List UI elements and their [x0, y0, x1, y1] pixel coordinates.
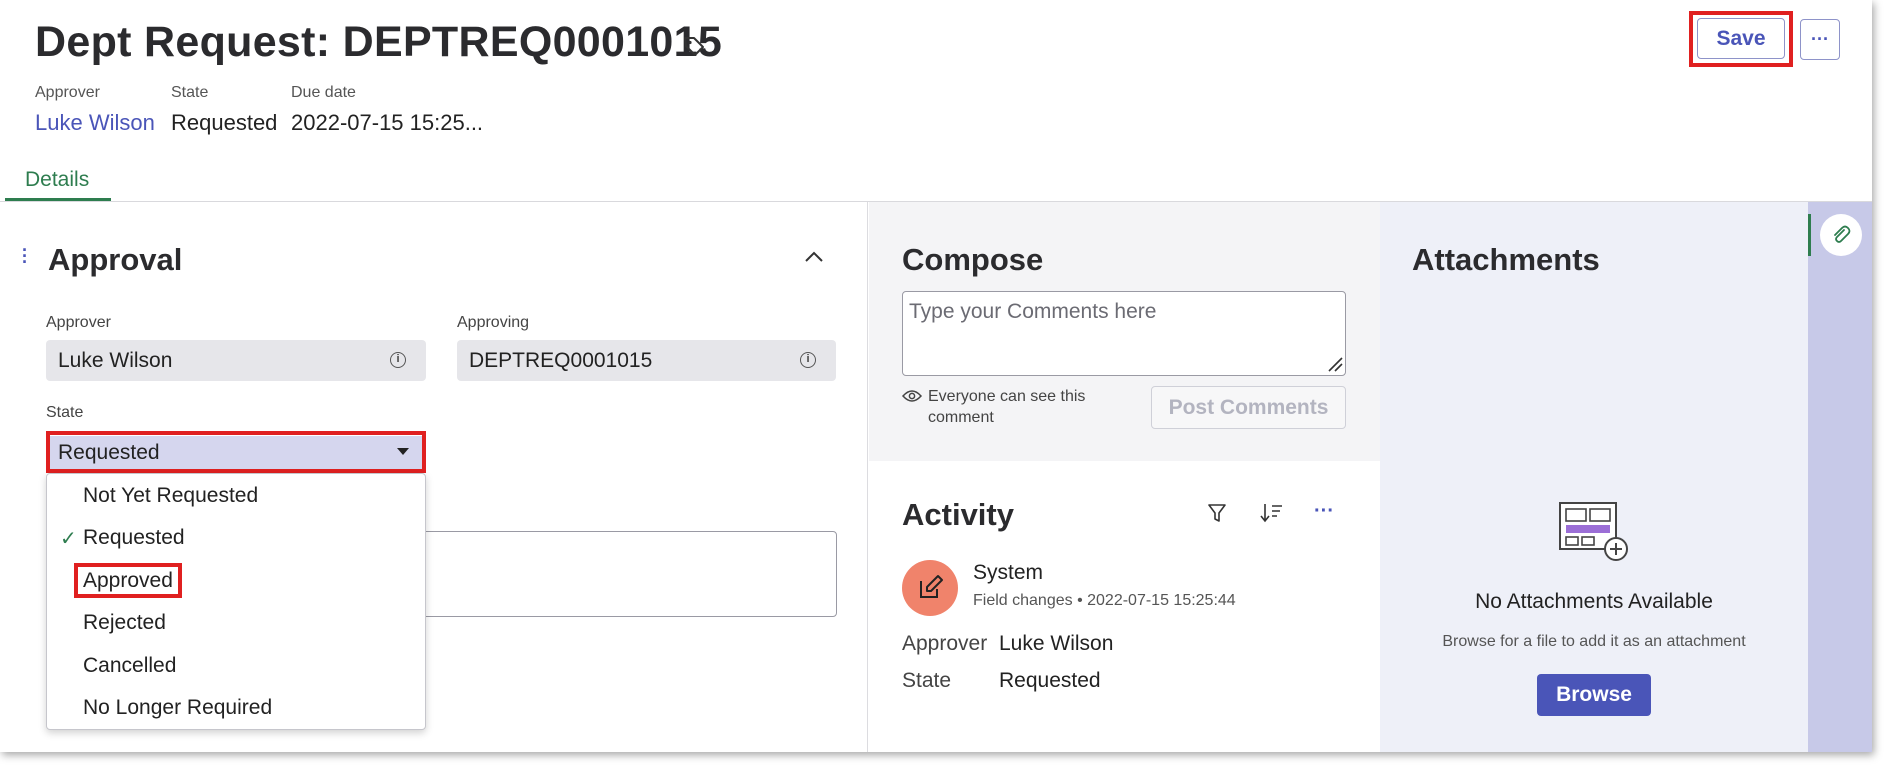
state-option-no-longer-required[interactable]: No Longer Required	[83, 696, 272, 720]
state-option-requested[interactable]: Requested	[83, 526, 185, 550]
no-attachments-title: No Attachments Available	[1475, 590, 1713, 613]
checkmark-icon: ✓	[60, 528, 77, 550]
approver-field: Luke Wilson i	[46, 340, 426, 381]
post-comments-button[interactable]: Post Comments	[1151, 386, 1346, 429]
info-icon[interactable]: i	[390, 352, 406, 368]
meta-due-date-label: Due date	[291, 84, 356, 101]
change-value-state: Requested	[999, 669, 1101, 692]
state-field-label: State	[46, 404, 84, 421]
activity-more-icon[interactable]: ···	[1314, 500, 1334, 523]
state-option-rejected[interactable]: Rejected	[83, 611, 166, 635]
approving-field: DEPTREQ0001015 i	[457, 340, 836, 381]
edit-icon	[920, 575, 943, 598]
state-dropdown-menu: Not Yet Requested ✓ Requested Approved R…	[46, 473, 426, 730]
save-highlight-box	[1689, 11, 1793, 67]
approving-field-value: DEPTREQ0001015	[469, 348, 653, 372]
state-option-cancelled[interactable]: Cancelled	[83, 654, 176, 678]
meta-state-label: State	[171, 84, 209, 101]
activity-title: Activity	[902, 497, 1014, 532]
activity-type: Field changes	[973, 592, 1073, 609]
activity-timestamp: 2022-07-15 15:25:44	[1087, 592, 1236, 609]
filter-icon[interactable]	[1207, 502, 1227, 524]
visibility-note: Everyone can see this comment	[928, 388, 1086, 426]
paperclip-icon	[1834, 225, 1851, 243]
meta-approver-label: Approver	[35, 84, 100, 101]
browse-button[interactable]: Browse	[1537, 674, 1651, 716]
drag-handle-icon[interactable]: · · ·	[22, 241, 28, 271]
attachment-placeholder-icon	[1559, 502, 1628, 561]
change-field-approver: Approver	[902, 632, 988, 655]
approver-field-value: Luke Wilson	[58, 348, 173, 372]
activity-author: System	[973, 561, 1044, 584]
attachments-panel	[1380, 202, 1808, 752]
change-field-state: State	[902, 669, 952, 692]
activity-meta: Field changes • 2022-07-15 15:25:44	[973, 592, 1236, 610]
more-actions-button[interactable]: ···	[1800, 19, 1840, 60]
resize-handle-icon[interactable]	[1327, 356, 1343, 372]
info-icon[interactable]: i	[800, 352, 816, 368]
approving-field-label: Approving	[457, 314, 530, 331]
meta-due-date: Due date 2022-07-15 15:25...	[291, 84, 483, 136]
meta-state: State Requested	[171, 84, 277, 136]
meta-approver-link[interactable]: Luke Wilson	[35, 110, 155, 136]
bullet-separator: •	[1077, 592, 1088, 609]
chevron-up-icon[interactable]	[803, 248, 825, 266]
change-value-approver: Luke Wilson	[999, 632, 1114, 655]
approval-section-title: Approval	[48, 242, 183, 277]
tab-details[interactable]: Details	[25, 168, 89, 192]
approved-option-highlight-box	[74, 563, 182, 598]
sort-icon[interactable]	[1260, 502, 1284, 524]
state-option-not-yet-requested[interactable]: Not Yet Requested	[83, 484, 258, 508]
meta-due-date-value: 2022-07-15 15:25...	[291, 110, 484, 135]
attachments-title: Attachments	[1412, 242, 1600, 277]
system-avatar	[902, 560, 958, 616]
page-title: Dept Request: DEPTREQ0001015	[35, 18, 723, 66]
compose-textarea[interactable]: Type your Comments here	[902, 291, 1346, 376]
side-rail-active-marker	[1808, 214, 1811, 256]
meta-state-value: Requested	[171, 110, 278, 135]
comments-field[interactable]	[420, 531, 837, 617]
attachments-rail-button[interactable]	[1820, 214, 1862, 256]
eye-icon	[902, 390, 922, 402]
approver-field-label: Approver	[46, 314, 111, 331]
meta-approver: Approver Luke Wilson	[35, 84, 155, 136]
record-window: Dept Request: DEPTREQ0001015 Approver Lu…	[0, 0, 1872, 752]
no-attachments-hint: Browse for a file to add it as an attach…	[1442, 633, 1746, 650]
state-select-highlight-box	[46, 431, 426, 473]
compose-title: Compose	[902, 242, 1044, 277]
side-rail	[1808, 202, 1872, 752]
tag-icon[interactable]	[682, 34, 706, 58]
